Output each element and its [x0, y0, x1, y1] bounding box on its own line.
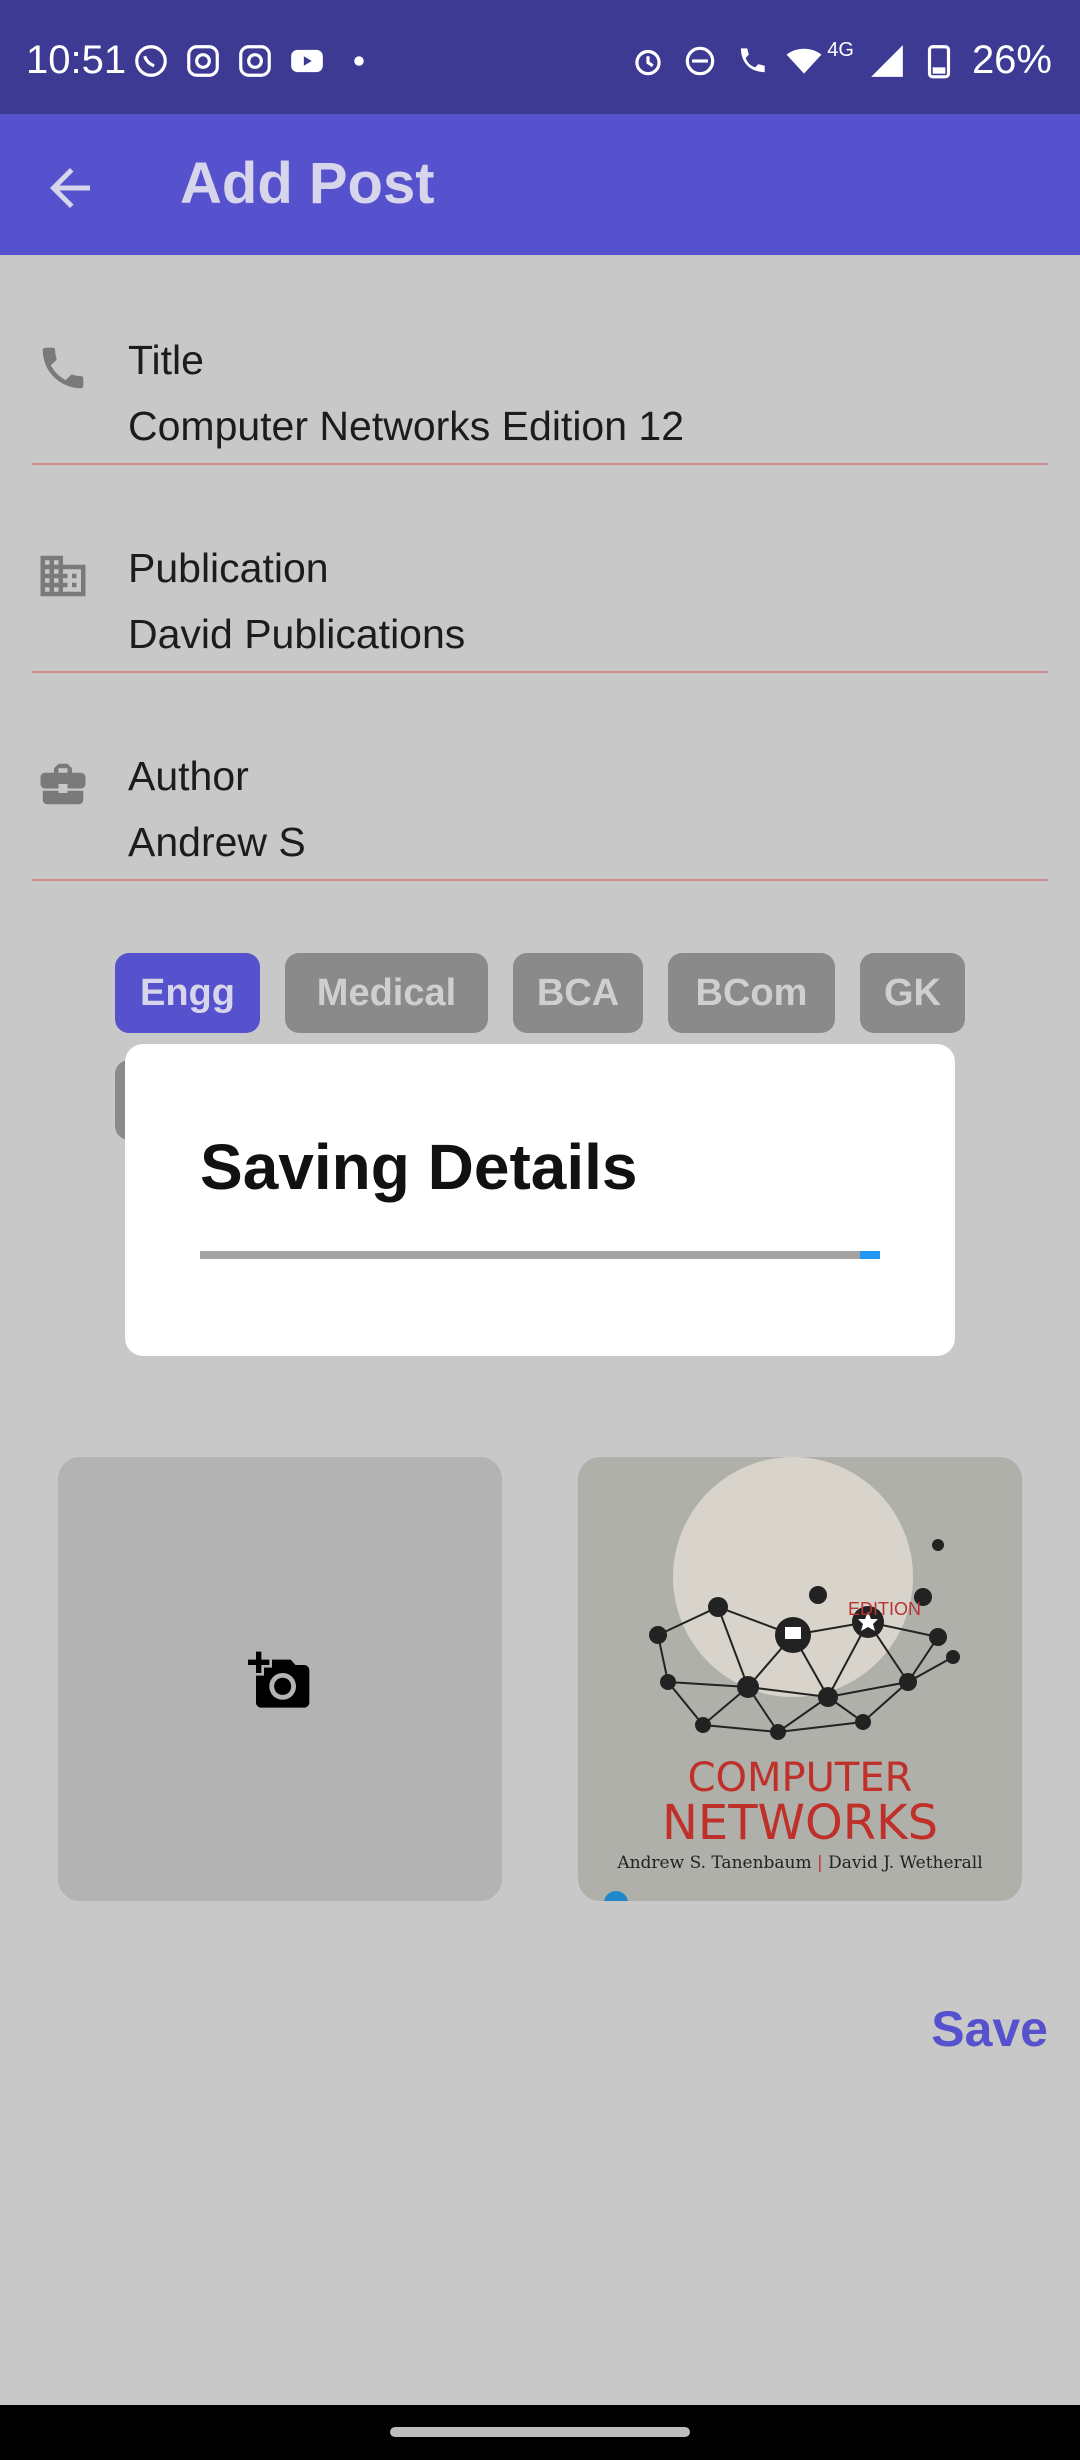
- book-cover-image[interactable]: EDITION COMPUTER NETWORKS Andrew S. Tane…: [578, 1457, 1022, 1901]
- network-type: 4G: [827, 39, 854, 61]
- phone-icon: [42, 347, 84, 389]
- cover-edition: EDITION: [848, 1599, 922, 1619]
- title-value[interactable]: Computer Networks Edition 12: [128, 403, 684, 450]
- dialog-title: Saving Details: [200, 1131, 638, 1203]
- battery-icon: [927, 44, 951, 78]
- saving-dialog: Saving Details: [125, 1044, 955, 1356]
- title-label: Title: [128, 337, 204, 383]
- instagram-icon: [187, 45, 219, 77]
- author-field[interactable]: Author Andrew S: [32, 671, 1048, 881]
- youtube-icon: [291, 49, 323, 73]
- notification-icons: [132, 42, 378, 80]
- publication-field[interactable]: Publication David Publications: [32, 463, 1048, 673]
- building-icon: [40, 555, 86, 597]
- add-image-box[interactable]: [58, 1457, 502, 1901]
- battery-level: 26%: [971, 38, 1052, 82]
- wifi-call-icon: [741, 47, 765, 72]
- signal-icon: [871, 44, 903, 77]
- progress-fill: [859, 1251, 880, 1259]
- chip-gk[interactable]: GK: [860, 953, 965, 1033]
- progress-bar: [200, 1251, 880, 1259]
- navigation-bar: [0, 2405, 1080, 2460]
- briefcase-icon: [40, 763, 86, 805]
- instagram-icon: [239, 45, 271, 77]
- alarm-icon: [635, 49, 661, 75]
- save-button[interactable]: Save: [931, 2000, 1048, 2058]
- chip-bcom[interactable]: BCom: [668, 953, 835, 1033]
- author-value[interactable]: Andrew S: [128, 819, 306, 866]
- dnd-icon: [686, 46, 715, 75]
- app-bar: Add Post: [0, 114, 1080, 255]
- publication-label: Publication: [128, 545, 329, 591]
- author-label: Author: [128, 753, 249, 799]
- chip-engg[interactable]: Engg: [115, 953, 260, 1033]
- chip-bca[interactable]: BCA: [513, 953, 643, 1033]
- publication-value[interactable]: David Publications: [128, 611, 465, 658]
- chip-medical[interactable]: Medical: [285, 953, 488, 1033]
- status-time: 10:51: [26, 38, 127, 82]
- cover-authors: Andrew S. Tanenbaum | David J. Wetherall: [578, 1853, 1022, 1873]
- whatsapp-icon: [135, 45, 167, 77]
- cover-author-2: David J. Wetherall: [828, 1853, 983, 1873]
- title-field[interactable]: Title Computer Networks Edition 12: [32, 255, 1048, 465]
- cover-title-line2: NETWORKS: [661, 1795, 939, 1851]
- system-icons: 4G 26%: [629, 38, 1052, 83]
- home-gesture-handle[interactable]: [390, 2427, 690, 2437]
- wifi-icon: [786, 48, 822, 74]
- add-photo-icon[interactable]: [248, 1649, 312, 1713]
- page-title: Add Post: [180, 151, 435, 216]
- status-bar: 10:51 4G 26%: [0, 0, 1080, 114]
- arrow-back-icon[interactable]: [40, 158, 100, 218]
- dot-icon: [354, 56, 364, 66]
- cover-author-divider: |: [817, 1853, 829, 1873]
- cover-author-1: Andrew S. Tanenbaum: [617, 1853, 812, 1873]
